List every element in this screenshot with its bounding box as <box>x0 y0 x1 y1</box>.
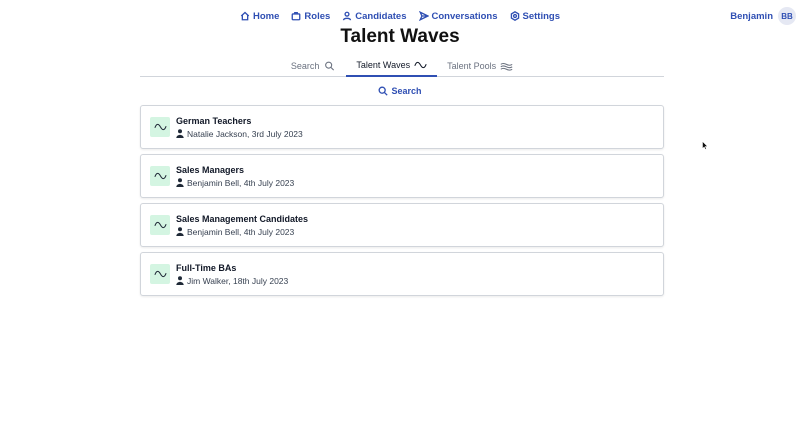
briefcase-icon <box>291 12 301 21</box>
nav-candidates-label: Candidates <box>355 10 407 22</box>
wave-owner-date: Benjamin Bell, 4th July 2023 <box>187 177 295 188</box>
page: Home Roles Candidates Conversations Sett… <box>0 0 800 422</box>
wave-title: Sales Management Candidates <box>176 213 309 224</box>
wave-badge <box>150 166 170 186</box>
wave-badge <box>150 117 170 137</box>
wave-icon <box>153 123 167 131</box>
person-icon <box>176 227 184 236</box>
wave-title: Full-Time BAs <box>176 262 237 273</box>
waves-icon <box>500 62 513 71</box>
nav-settings-label: Settings <box>522 10 560 22</box>
list-item[interactable]: Sales Managers Benjamin Bell, 4th July 2… <box>140 154 664 198</box>
wave-icon <box>414 61 427 69</box>
nav-home-label: Home <box>253 10 280 22</box>
wave-meta: Benjamin Bell, 4th July 2023 <box>176 227 308 237</box>
tab-talent-waves-label: Talent Waves <box>356 60 411 70</box>
nav-home[interactable]: Home <box>240 11 279 22</box>
nav-candidates[interactable]: Candidates <box>342 10 407 22</box>
user-menu[interactable]: Benjamin BB <box>730 7 796 25</box>
search-row: Search <box>0 86 800 96</box>
list-item[interactable]: Full-Time BAs Jim Walker, 18th July 2023 <box>140 252 664 296</box>
wave-meta: Jim Walker, 18th July 2023 <box>176 276 288 286</box>
user-name: Benjamin <box>730 10 773 22</box>
mouse-cursor-icon <box>702 141 708 150</box>
person-icon <box>176 129 184 138</box>
wave-owner-date: Natalie Jackson, 3rd July 2023 <box>187 128 303 139</box>
wave-meta: Natalie Jackson, 3rd July 2023 <box>176 129 303 139</box>
avatar: BB <box>778 7 796 25</box>
tab-talent-waves[interactable]: Talent Waves <box>346 55 438 77</box>
nav-roles-label: Roles <box>304 10 331 22</box>
top-nav: Home Roles Candidates Conversations Sett… <box>0 8 800 24</box>
nav-conversations[interactable]: Conversations <box>418 10 498 22</box>
person-icon <box>343 11 352 21</box>
wave-icon <box>153 221 167 229</box>
search-icon <box>378 86 389 96</box>
person-icon <box>176 178 184 187</box>
wave-title: German Teachers <box>176 115 252 126</box>
tab-search[interactable]: Search <box>281 55 347 77</box>
wave-badge <box>150 264 170 284</box>
tab-search-label: Search <box>290 61 320 71</box>
tab-talent-pools-label: Talent Pools <box>447 61 497 71</box>
nav-roles[interactable]: Roles <box>291 11 330 22</box>
wave-owner-date: Jim Walker, 18th July 2023 <box>187 275 289 286</box>
page-title: Talent Waves <box>340 26 460 47</box>
list-item[interactable]: Sales Management Candidates Benjamin Bel… <box>140 203 664 247</box>
search-link[interactable]: Search <box>378 86 422 96</box>
tab-talent-pools[interactable]: Talent Pools <box>437 55 523 77</box>
wave-title: Sales Managers <box>176 164 245 175</box>
wave-icon <box>153 270 167 278</box>
search-icon <box>325 61 335 71</box>
wave-icon <box>153 172 167 180</box>
list-item[interactable]: German Teachers Natalie Jackson, 3rd Jul… <box>140 105 664 149</box>
wave-badge <box>150 215 170 235</box>
search-link-label: Search <box>391 86 422 96</box>
nav-conversations-label: Conversations <box>431 10 498 22</box>
wave-owner-date: Benjamin Bell, 4th July 2023 <box>187 226 295 237</box>
person-icon <box>176 276 184 285</box>
nav-settings[interactable]: Settings <box>510 11 560 22</box>
send-icon <box>418 11 429 21</box>
gear-icon <box>510 11 519 21</box>
home-icon <box>240 11 250 21</box>
wave-meta: Benjamin Bell, 4th July 2023 <box>176 178 294 188</box>
tab-bar: Search Talent Waves Talent Pools <box>140 55 664 77</box>
talent-wave-list: German Teachers Natalie Jackson, 3rd Jul… <box>140 105 664 301</box>
